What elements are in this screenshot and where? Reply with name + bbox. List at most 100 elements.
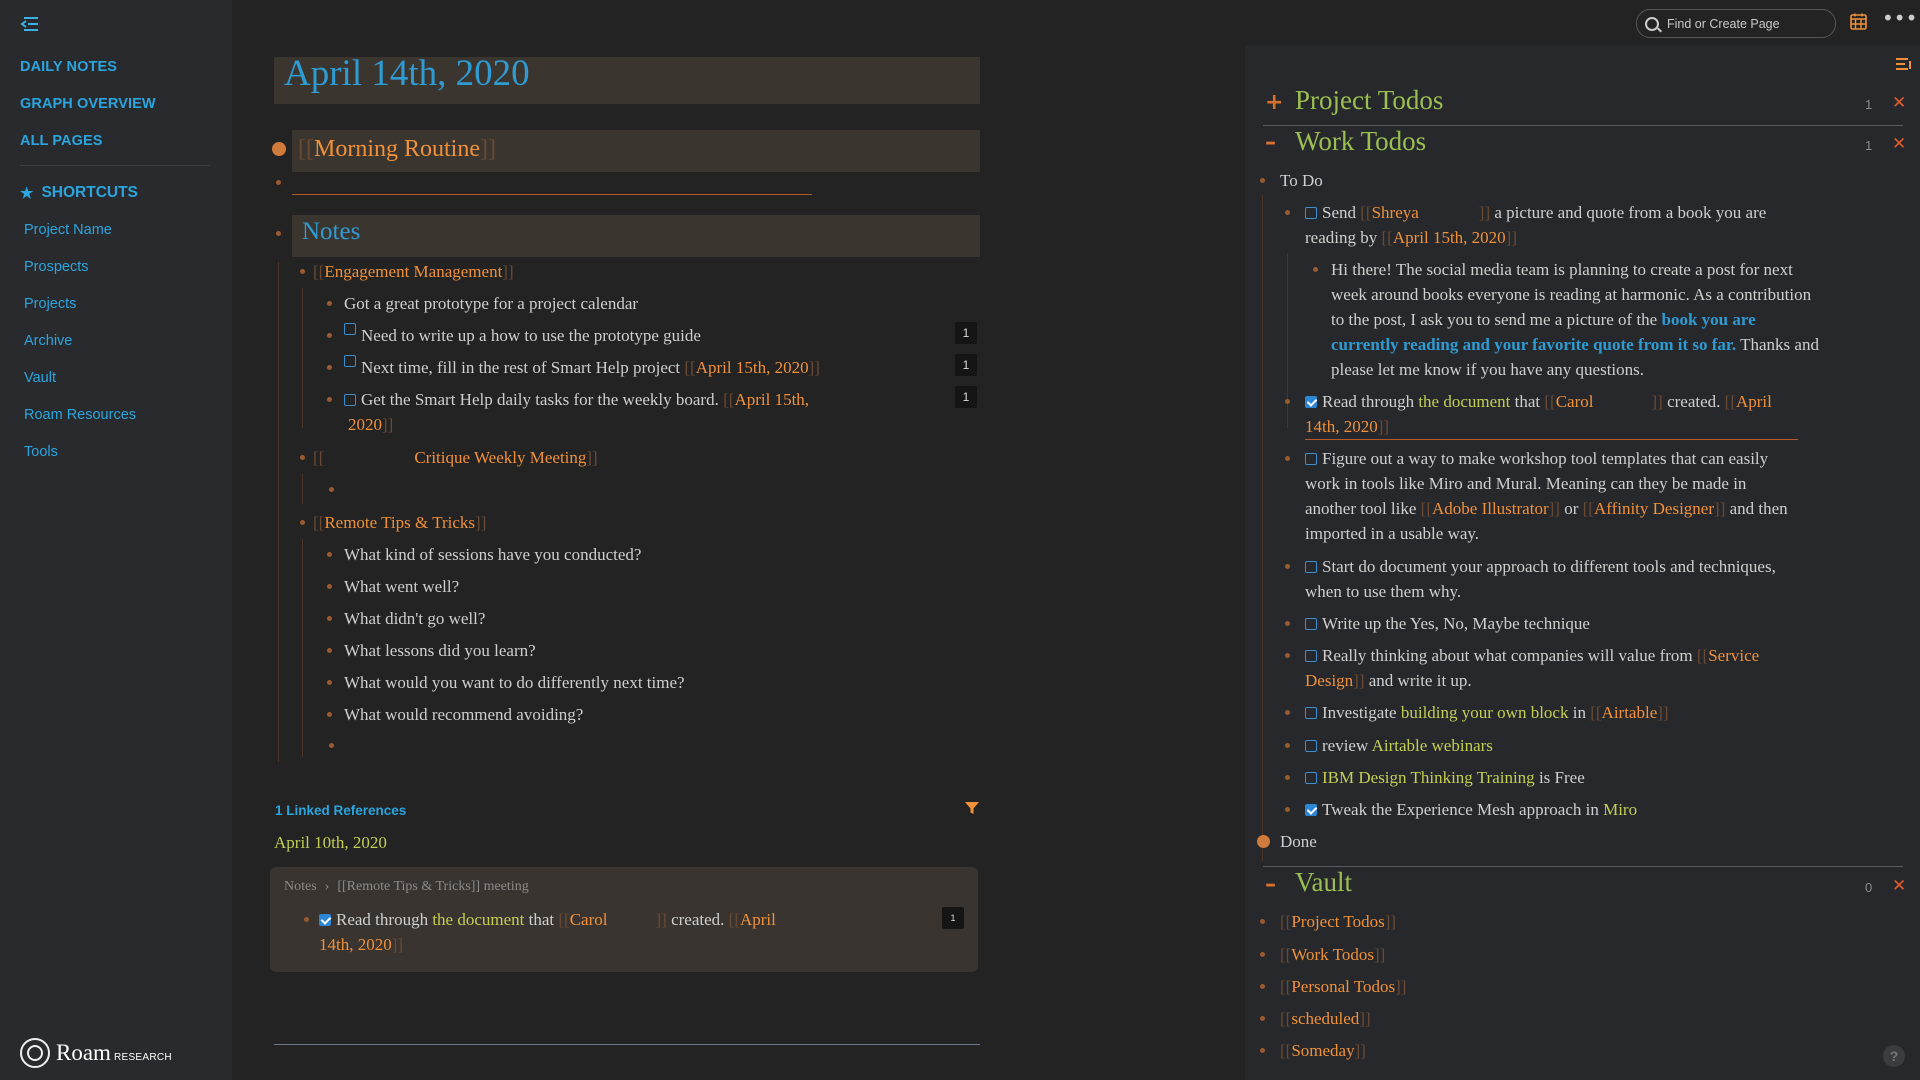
checkbox[interactable]: [1305, 772, 1317, 784]
close-icon[interactable]: ✕: [1892, 93, 1906, 113]
checkbox[interactable]: [344, 323, 356, 335]
date-link[interactable]: April: [740, 910, 776, 929]
link-the-document[interactable]: the document: [1418, 392, 1510, 411]
checkbox-checked[interactable]: [1305, 804, 1317, 816]
block-critique[interactable]: [[Critique Weekly Meeting]]: [300, 445, 598, 470]
todo-item[interactable]: Investigate building your own block in […: [1285, 700, 1669, 725]
todo-item-done[interactable]: Tweak the Experience Mesh approach in Mi…: [1285, 797, 1637, 822]
nav-daily-notes[interactable]: DAILY NOTES: [20, 58, 156, 95]
todo-item[interactable]: IBM Design Thinking Training is Free: [1285, 765, 1585, 790]
block-morning-routine[interactable]: [[Morning Routine]]: [272, 134, 496, 164]
link-airtable-webinars[interactable]: Airtable webinars: [1372, 736, 1493, 755]
page-link-service-design[interactable]: Service: [1708, 646, 1759, 665]
shortcut-roam-resources[interactable]: Roam Resources: [24, 407, 136, 444]
close-icon[interactable]: ✕: [1892, 876, 1906, 896]
todo-item[interactable]: Really thinking about what companies wil…: [1285, 643, 1865, 693]
todo-item[interactable]: Figure out a way to make workshop tool t…: [1285, 446, 1865, 546]
todo-item[interactable]: Need to write up a how to use the protot…: [327, 323, 701, 348]
todo-item[interactable]: Start do document your approach to diffe…: [1285, 554, 1865, 604]
reference-count-badge[interactable]: 1: [955, 386, 977, 408]
search-input[interactable]: Find or Create Page: [1636, 9, 1836, 38]
vault-item[interactable]: [[Personal Todos]]: [1260, 974, 1406, 999]
page-link-carol[interactable]: Carol: [570, 910, 608, 929]
page-link-airtable[interactable]: Airtable: [1602, 703, 1658, 722]
block-remote-tips[interactable]: [[Remote Tips & Tricks]]: [300, 510, 486, 535]
todo-item-done[interactable]: Read through the document that [[Carol]]…: [1285, 389, 1845, 439]
link-the-document[interactable]: the document: [432, 910, 524, 929]
date-link[interactable]: April 15th, 2020: [696, 355, 809, 380]
linked-page-title[interactable]: April 10th, 2020: [274, 833, 387, 853]
list-item[interactable]: What would you want to do differently ne…: [327, 670, 685, 695]
date-link[interactable]: April 15th,: [734, 390, 809, 409]
list-item[interactable]: What went well?: [327, 574, 459, 599]
shortcut-vault[interactable]: Vault: [24, 370, 136, 407]
linked-references-heading[interactable]: 1 Linked References: [275, 803, 406, 818]
todo-item[interactable]: review Airtable webinars: [1285, 733, 1493, 758]
link-book[interactable]: book you are: [1661, 310, 1755, 329]
link-miro[interactable]: Miro: [1603, 800, 1637, 819]
block-engagement[interactable]: [[Engagement Management]]: [300, 259, 514, 284]
page-link-morning-routine[interactable]: Morning Routine: [314, 134, 480, 164]
checkbox[interactable]: [1305, 618, 1317, 630]
list-item[interactable]: What didn't go well?: [327, 606, 485, 631]
shortcut-archive[interactable]: Archive: [24, 333, 136, 370]
todo-item[interactable]: Get the Smart Help daily tasks for the w…: [327, 387, 847, 437]
page-title[interactable]: April 14th, 2020: [284, 52, 530, 95]
date-link[interactable]: April: [1736, 392, 1772, 411]
checkbox[interactable]: [1305, 707, 1317, 719]
collapse-sidebar-icon[interactable]: [20, 14, 42, 34]
todo-item[interactable]: Send [[Shreya]] a picture and quote from…: [1285, 200, 1825, 250]
help-icon[interactable]: ?: [1883, 1045, 1905, 1067]
collapse-icon[interactable]: –: [1265, 872, 1276, 897]
close-icon[interactable]: ✕: [1892, 134, 1906, 154]
date-link[interactable]: April 15th, 2020: [1393, 228, 1506, 247]
nav-graph-overview[interactable]: GRAPH OVERVIEW: [20, 95, 156, 132]
page-link-carol[interactable]: Carol: [1556, 392, 1594, 411]
section-title-project-todos[interactable]: Project Todos: [1295, 85, 1443, 116]
checkbox[interactable]: [1305, 453, 1317, 465]
todo-item[interactable]: Next time, fill in the rest of Smart Hel…: [327, 355, 820, 380]
block-item[interactable]: Got a great prototype for a project cale…: [327, 291, 638, 316]
link-building-block[interactable]: building your own block: [1401, 703, 1569, 722]
page-link-engagement[interactable]: Engagement Management: [324, 259, 502, 284]
shortcut-prospects[interactable]: Prospects: [24, 259, 136, 296]
checkbox[interactable]: [344, 394, 356, 406]
checkbox[interactable]: [1305, 207, 1317, 219]
checkbox[interactable]: [1305, 650, 1317, 662]
list-item[interactable]: What would recommend avoiding?: [327, 702, 583, 727]
section-title-vault[interactable]: Vault: [1295, 867, 1352, 898]
reference-count-badge[interactable]: 1: [942, 907, 964, 929]
list-item[interactable]: What kind of sessions have you conducted…: [327, 542, 641, 567]
block-message[interactable]: Hi there! The social media team is plann…: [1313, 257, 1851, 382]
page-link-critique[interactable]: Critique Weekly Meeting: [414, 445, 586, 470]
checkbox-checked[interactable]: [319, 914, 331, 926]
checkbox[interactable]: [344, 355, 356, 367]
shortcut-tools[interactable]: Tools: [24, 444, 136, 481]
vault-item[interactable]: [[Project Todos]]: [1260, 909, 1396, 934]
filter-icon[interactable]: [965, 801, 979, 815]
todo-item[interactable]: Write up the Yes, No, Maybe technique: [1285, 611, 1590, 636]
expand-icon[interactable]: +: [1265, 90, 1283, 115]
checkbox-checked[interactable]: [1305, 396, 1317, 408]
block-to-do[interactable]: To Do: [1260, 168, 1323, 193]
link-ibm-design-thinking[interactable]: IBM Design Thinking Training: [1322, 768, 1535, 787]
notes-heading[interactable]: Notes: [302, 218, 360, 246]
nav-all-pages[interactable]: ALL PAGES: [20, 132, 156, 169]
checkbox[interactable]: [1305, 740, 1317, 752]
calendar-icon[interactable]: [1850, 13, 1867, 30]
page-link-shreya[interactable]: Shreya: [1372, 203, 1419, 222]
page-link-adobe-illustrator[interactable]: Adobe Illustrator: [1432, 499, 1549, 518]
more-options-icon[interactable]: •••: [1882, 8, 1917, 30]
block-done[interactable]: Done: [1257, 829, 1317, 854]
breadcrumb-remote[interactable]: [[Remote Tips & Tricks]] meeting: [337, 879, 528, 894]
linked-todo[interactable]: Read through the document that [[Carol]]…: [304, 907, 848, 957]
vault-item[interactable]: [[scheduled]]: [1260, 1006, 1371, 1031]
vault-item[interactable]: [[Someday]]: [1260, 1038, 1366, 1063]
shortcut-projects[interactable]: Projects: [24, 296, 136, 333]
page-link-remote-tips[interactable]: Remote Tips & Tricks: [324, 510, 475, 535]
sidebar-menu-icon[interactable]: [1895, 57, 1913, 73]
page-link-affinity-designer[interactable]: Affinity Designer: [1594, 499, 1714, 518]
collapse-icon[interactable]: –: [1265, 130, 1276, 155]
checkbox[interactable]: [1305, 561, 1317, 573]
reference-count-badge[interactable]: 1: [955, 354, 977, 376]
